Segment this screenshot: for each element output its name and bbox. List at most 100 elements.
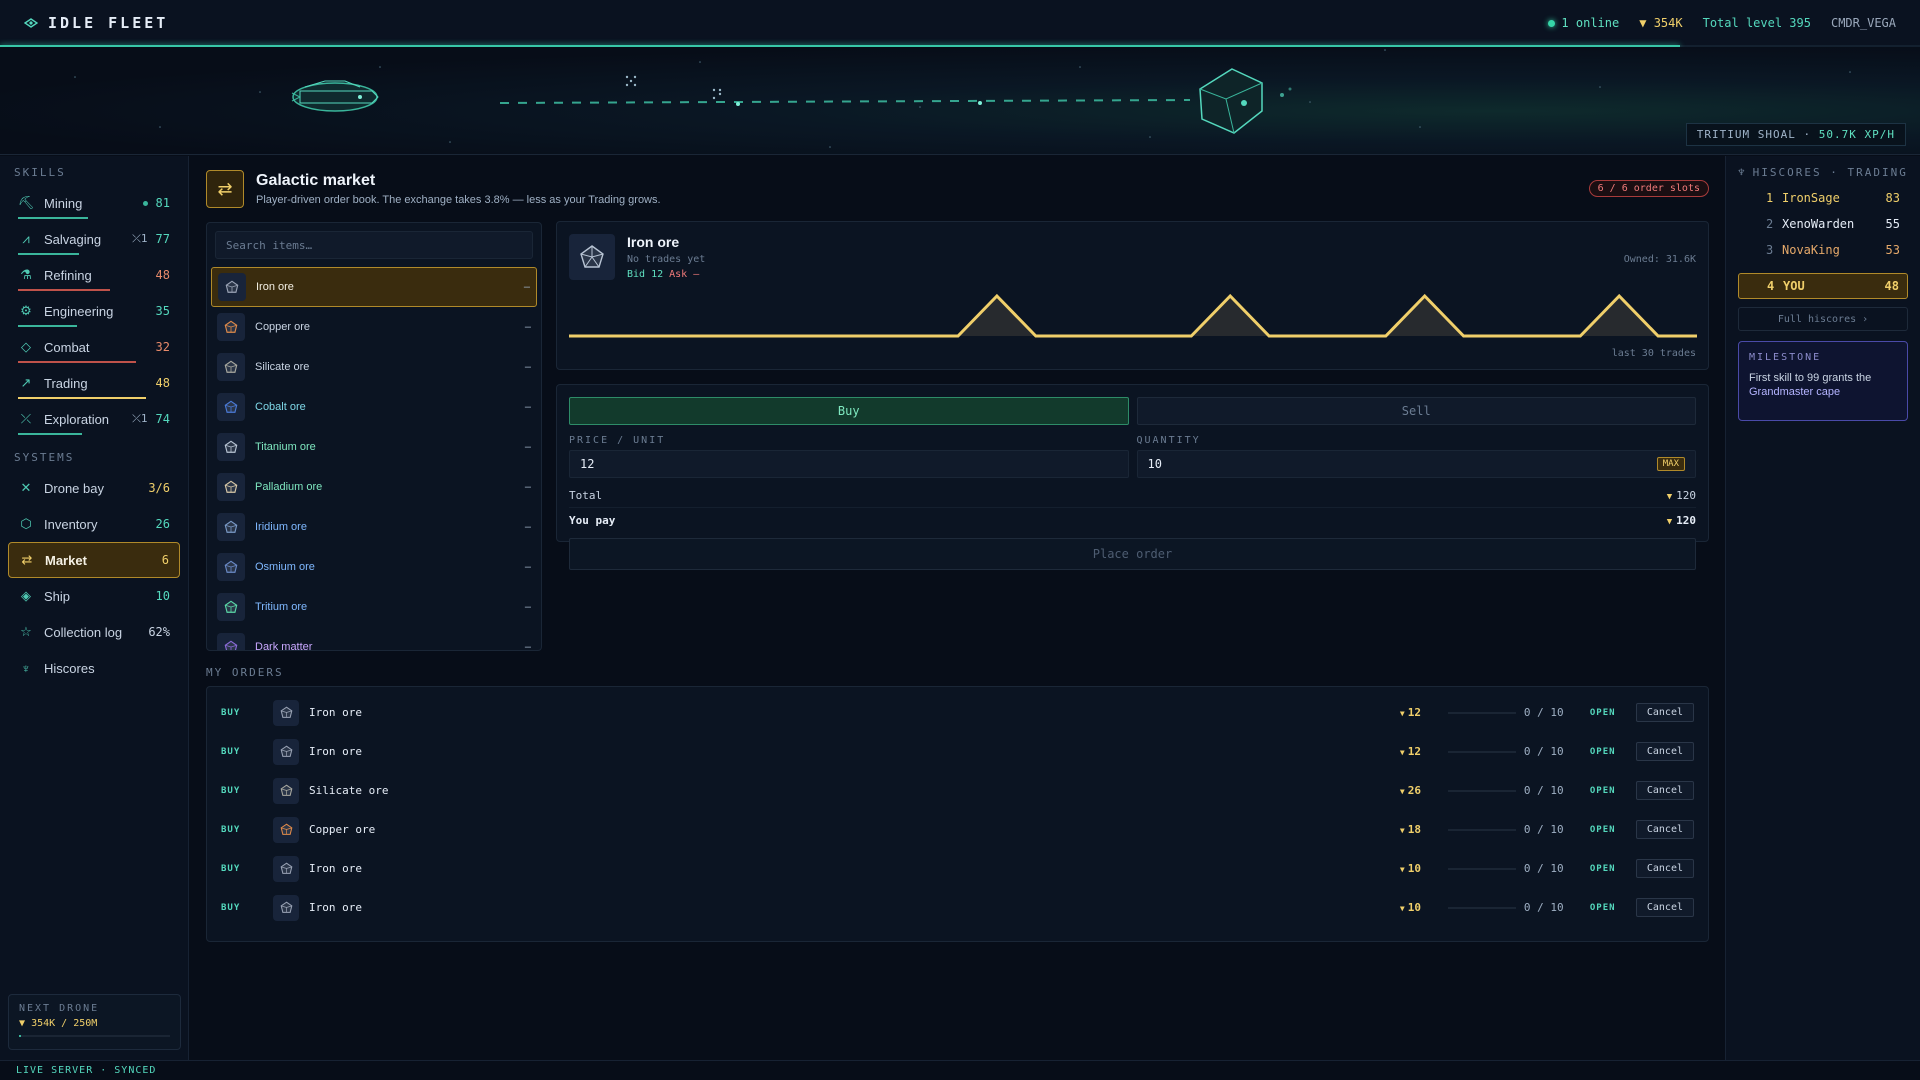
item-row[interactable]: Dark matter – [211, 627, 537, 651]
order-row: BUY Iron ore ▼ 10 0 / 10 OPEN Cancel [207, 888, 1708, 927]
skill-refining[interactable]: ⚗ Refining 48 [8, 257, 180, 293]
total-row: Total ▼ 120 [569, 484, 1696, 508]
next-drone-card: NEXT DRONE ▼ 354K / 250M [8, 994, 181, 1050]
price-value: 12 [580, 457, 595, 471]
page-title: Galactic market [256, 172, 376, 189]
order-price-value: 12 [1407, 745, 1421, 758]
item-name: Osmium ore [255, 561, 315, 573]
hiscore-rank: 1 [1766, 191, 1774, 205]
skill-trading[interactable]: ↗ Trading 48 [8, 365, 180, 401]
system-label: Market [45, 552, 87, 568]
quantity-value: 10 [1147, 457, 1162, 471]
price-area [569, 296, 1697, 336]
hiscore-row[interactable]: 3 NovaKing 53 [1738, 237, 1908, 263]
ore-gem-icon [218, 273, 246, 301]
skill-exploration[interactable]: ⤫ Exploration ⤫1 74 [8, 401, 180, 437]
system-drone-bay[interactable]: ✕ Drone bay 3/6 [8, 470, 180, 506]
next-drone-progress [19, 1035, 170, 1037]
systems-heading: SYSTEMS [14, 451, 75, 464]
order-price: ▼ 26 [1400, 784, 1440, 797]
hiscores-heading-text: HISCORES · TRADING [1752, 166, 1908, 179]
detail-header: Iron ore No trades yet Bid 12 Ask – [569, 234, 705, 280]
skill-salvaging[interactable]: ⩘ Salvaging ⤫1 77 [8, 221, 180, 257]
hiscore-level: 53 [1885, 243, 1900, 257]
item-name: Dark matter [255, 641, 313, 651]
hiscore-level: 55 [1885, 217, 1900, 231]
max-button[interactable]: MAX [1656, 457, 1685, 471]
exchange-icon: ⇄ [206, 170, 244, 208]
cancel-button[interactable]: Cancel [1635, 898, 1694, 917]
cancel-button[interactable]: Cancel [1635, 703, 1694, 722]
order-fill-bar [1447, 906, 1516, 909]
item-price: – [524, 641, 531, 651]
item-row[interactable]: Tritium ore – [211, 587, 537, 627]
system-collection-log[interactable]: ☆ Collection log 62% [8, 614, 180, 650]
ore-gem-icon [273, 777, 299, 804]
skill-engineering[interactable]: ⚙ Engineering 35 [8, 293, 180, 329]
place-order-button[interactable]: Place order [569, 538, 1696, 570]
sell-tab[interactable]: Sell [1136, 397, 1696, 425]
price-input[interactable]: 12 [569, 450, 1129, 478]
item-row[interactable]: Copper ore – [211, 307, 537, 347]
cancel-button[interactable]: Cancel [1635, 781, 1694, 800]
skill-progress-bar [18, 217, 89, 219]
scene-canvas [74, 49, 1851, 148]
items: Iron ore – Copper ore – Silicate ore – Cobalt … [207, 267, 541, 651]
item-price: – [524, 521, 531, 533]
system-count: 62% [148, 625, 170, 639]
ore-gem-icon [217, 513, 245, 541]
system-ship[interactable]: ◈ Ship 10 [8, 578, 180, 614]
item-row[interactable]: Osmium ore – [211, 547, 537, 587]
page-subtitle: Player-driven order book. The exchange t… [256, 194, 661, 206]
item-name: Titanium ore [255, 441, 316, 453]
skill-combat[interactable]: ◇ Combat 32 [8, 329, 180, 365]
chart-caption: last 30 trades [1611, 348, 1696, 359]
your-rank-row[interactable]: 4 YOU 48 [1738, 273, 1908, 299]
item-row[interactable]: Titanium ore – [211, 427, 537, 467]
order-filled: 0 / 10 [1523, 706, 1564, 719]
item-row[interactable]: Silicate ore – [211, 347, 537, 387]
order-side: BUY [221, 902, 241, 913]
item-row[interactable]: Iridium ore – [211, 507, 537, 547]
brand[interactable]: IDLE FLEET [24, 14, 168, 32]
item-name: Iridium ore [255, 521, 307, 533]
order-row: BUY Silicate ore ▼ 26 0 / 10 OPEN Cancel [207, 771, 1708, 810]
item-row[interactable]: Palladium ore – [211, 467, 537, 507]
skill-progress-bar [18, 325, 77, 327]
skill-level: 81 [155, 196, 170, 210]
order-price: ▼ 10 [1400, 901, 1440, 914]
cancel-button[interactable]: Cancel [1635, 820, 1694, 839]
skill-level: 32 [155, 340, 170, 354]
hiscore-level: 83 [1885, 191, 1900, 205]
item-row[interactable]: Cobalt ore – [211, 387, 537, 427]
order-slots-badge: 6 / 6 order slots [1588, 180, 1709, 197]
hiscore-row[interactable]: 1 IronSage 83 [1738, 185, 1908, 211]
order-item: Copper ore [309, 823, 376, 836]
ore-gem-icon [217, 433, 245, 461]
buy-tab[interactable]: Buy [569, 397, 1129, 425]
system-count: 6 [161, 553, 169, 567]
order-filled: 0 / 10 [1523, 745, 1564, 758]
trophy-icon: ♆ [21, 660, 31, 676]
order-fields: PRICE / UNIT 12 QUANTITY 10 MAX [569, 435, 1696, 478]
skill-mining[interactable]: ⛏ Mining 81 [8, 185, 180, 221]
hiscore-row[interactable]: 2 XenoWarden 55 [1738, 211, 1908, 237]
order-row: BUY Iron ore ▼ 10 0 / 10 OPEN Cancel [207, 849, 1708, 888]
coin-icon: ▼ [1399, 709, 1405, 718]
system-inventory[interactable]: ⬡ Inventory 26 [8, 506, 180, 542]
travel-scene: TRITIUM SHOAL · 50.7K XP/H [0, 47, 1920, 155]
system-market[interactable]: ⇄ Market 6 [8, 542, 180, 578]
order-row: BUY Iron ore ▼ 12 0 / 10 OPEN Cancel [207, 732, 1708, 771]
cancel-button[interactable]: Cancel [1635, 742, 1694, 761]
username[interactable]: CMDR_VEGA [1831, 16, 1896, 30]
item-row[interactable]: Iron ore – [211, 267, 537, 307]
order-price: ▼ 18 [1400, 823, 1440, 836]
full-hiscores-link[interactable]: Full hiscores › [1738, 307, 1908, 331]
coin-icon: ▼ [1666, 492, 1673, 502]
cancel-button[interactable]: Cancel [1635, 859, 1694, 878]
skill-label: Refining [44, 267, 92, 283]
system-hiscores[interactable]: ♆ Hiscores [8, 650, 180, 686]
search-input[interactable] [226, 238, 522, 252]
quantity-input[interactable]: 10 MAX [1136, 450, 1696, 478]
trophy-icon: ♆ [1738, 166, 1747, 179]
